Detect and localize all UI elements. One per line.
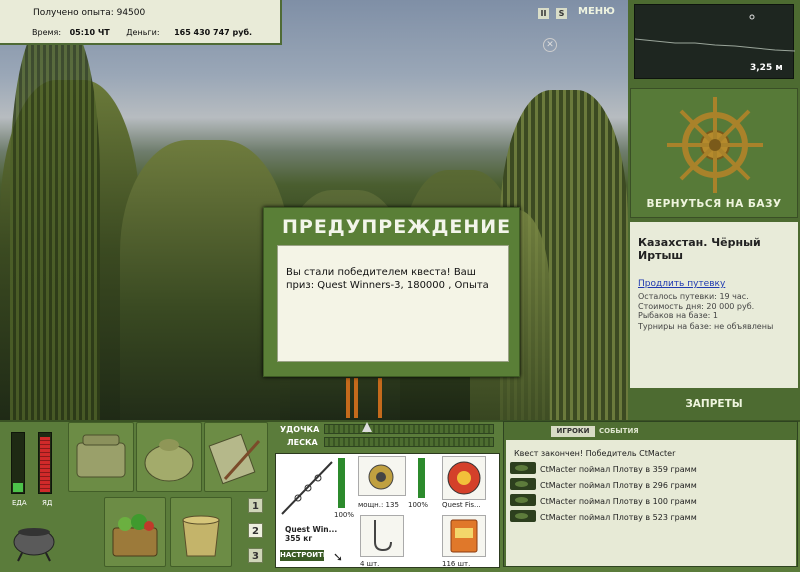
bans-button[interactable]: ЗАПРЕТЫ xyxy=(630,392,798,416)
experience-text: Получено опыта: 94500 xyxy=(33,8,146,18)
event-line: CtMacter поймал Плотву в 523 грамм xyxy=(540,513,697,522)
food-gauge xyxy=(11,432,25,494)
bucket-slot[interactable] xyxy=(170,497,232,567)
reel-slot[interactable] xyxy=(358,456,406,496)
tournaments-status: Турниры на базе: не объявлены xyxy=(638,322,774,331)
event-line: CtMacter поймал Плотву в 359 грамм xyxy=(540,465,697,474)
rod-durability-bar xyxy=(338,458,345,508)
rod-name: Quest Win... xyxy=(285,525,338,534)
reel-durability-bar xyxy=(418,458,425,498)
time-value: 05:10 ЧТ xyxy=(69,28,110,37)
event-line: Квест закончен! Победитель CtMacter xyxy=(514,449,676,458)
poison-label: ЯД xyxy=(42,499,53,507)
rod-durability-pct: 100% xyxy=(334,511,355,519)
tackle-box-slot[interactable] xyxy=(68,422,134,492)
depth-value: 3,25 м xyxy=(750,63,783,73)
fish-icon xyxy=(510,510,536,522)
depth-chart: 3,25 м xyxy=(634,4,796,79)
bait-count: 116 шт. xyxy=(442,560,471,568)
rod-icon[interactable] xyxy=(278,456,336,518)
fishers-count: Рыбаков на базе: 1 xyxy=(638,311,718,320)
reel-icon xyxy=(368,464,394,490)
cauldron-icon[interactable] xyxy=(10,518,58,562)
rod-tension-bar xyxy=(324,424,494,434)
setup-button[interactable]: НАСТРОИТЬ xyxy=(280,550,328,561)
game-root: ✕ Получено опыта: 94500 Время: 05:10 ЧТ … xyxy=(0,0,800,572)
dialog-message: Вы стали победителем квеста! Ваш приз: Q… xyxy=(277,245,509,362)
float-1[interactable] xyxy=(346,378,350,418)
tab-events[interactable]: СОБЫТИЯ xyxy=(599,426,639,437)
notebook-icon xyxy=(208,433,261,485)
slot-2-button[interactable]: 2 xyxy=(248,523,263,538)
rod-label: УДОЧКА xyxy=(280,425,320,434)
status-panel: Получено опыта: 94500 Время: 05:10 ЧТ Де… xyxy=(0,0,282,45)
location-name: Казахстан. Чёрный Иртыш xyxy=(638,236,761,262)
bag-icon xyxy=(144,439,194,482)
rod-tension-marker xyxy=(362,422,372,432)
bucket-icon xyxy=(182,515,220,557)
float-3[interactable] xyxy=(378,378,382,418)
reel-power: мощн.: 135 xyxy=(358,501,399,509)
dialog-title: ПРЕДУПРЕЖДЕНИЕ xyxy=(282,216,512,238)
return-to-base-button[interactable]: ВЕРНУТЬСЯ НА БАЗУ xyxy=(630,198,798,218)
event-line: CtMacter поймал Плотву в 100 грамм xyxy=(540,497,697,506)
menu-button[interactable]: МЕНЮ xyxy=(578,6,615,17)
money-value: 165 430 747 руб. xyxy=(174,28,253,37)
time-label: Время: xyxy=(32,28,62,37)
close-scene-icon[interactable]: ✕ xyxy=(543,38,557,52)
speed-button[interactable]: S xyxy=(556,8,567,19)
line-spool-icon xyxy=(447,461,481,495)
bait-slot[interactable] xyxy=(442,515,486,557)
hook-icon xyxy=(374,520,392,552)
warning-dialog: ПРЕДУПРЕЖДЕНИЕ Вы стали победителем квес… xyxy=(263,207,520,377)
pause-button[interactable]: II xyxy=(538,8,549,19)
hook-count: 4 шт. xyxy=(360,560,380,568)
poison-gauge xyxy=(38,432,52,494)
time-money-row: Время: 05:10 ЧТ Деньги: 165 430 747 руб. xyxy=(32,28,252,37)
line-spool-slot[interactable] xyxy=(442,456,486,500)
food-basket-icon xyxy=(112,514,158,557)
rod-weight: 355 кг xyxy=(285,534,313,543)
tab-players[interactable]: ИГРОКИ xyxy=(551,426,595,437)
location-info-panel: Казахстан. Чёрный Иртыш Продлить путевку… xyxy=(630,222,798,388)
events-panel: ИГРОКИ СОБЫТИЯ Квест закончен! Победител… xyxy=(503,421,798,567)
float-2[interactable] xyxy=(354,378,358,418)
arrow-icon: ➘ xyxy=(333,550,344,564)
fish-icon xyxy=(510,462,536,474)
event-line: CtMacter поймал Плотву в 296 грамм xyxy=(540,481,697,490)
line-label: ЛЕСКА xyxy=(287,438,318,447)
line-name: Quest Fis... xyxy=(442,501,481,509)
day-cost: Стоимость дня: 20 000 руб. xyxy=(638,302,755,311)
permit-remaining: Осталось путевки: 19 час. xyxy=(638,292,749,301)
extend-permit-link[interactable]: Продлить путевку xyxy=(638,279,725,289)
reel-pct: 100% xyxy=(408,501,429,509)
bag-slot[interactable] xyxy=(136,422,202,492)
food-gauge-fill xyxy=(13,483,23,492)
line-tension-bar xyxy=(324,437,494,447)
hook-slot[interactable] xyxy=(360,515,404,557)
food-basket-slot[interactable] xyxy=(104,497,166,567)
food-label: ЕДА xyxy=(12,499,27,507)
ship-wheel-icon[interactable] xyxy=(631,89,799,199)
tackle-box-icon xyxy=(76,434,126,478)
bait-icon xyxy=(450,519,478,553)
fish-icon xyxy=(510,478,536,490)
notebook-slot[interactable] xyxy=(204,422,268,492)
fish-icon xyxy=(510,494,536,506)
slot-1-button[interactable]: 1 xyxy=(248,498,263,513)
slot-3-button[interactable]: 3 xyxy=(248,548,263,563)
money-label: Деньги: xyxy=(126,28,160,37)
poison-gauge-fill xyxy=(40,437,50,492)
